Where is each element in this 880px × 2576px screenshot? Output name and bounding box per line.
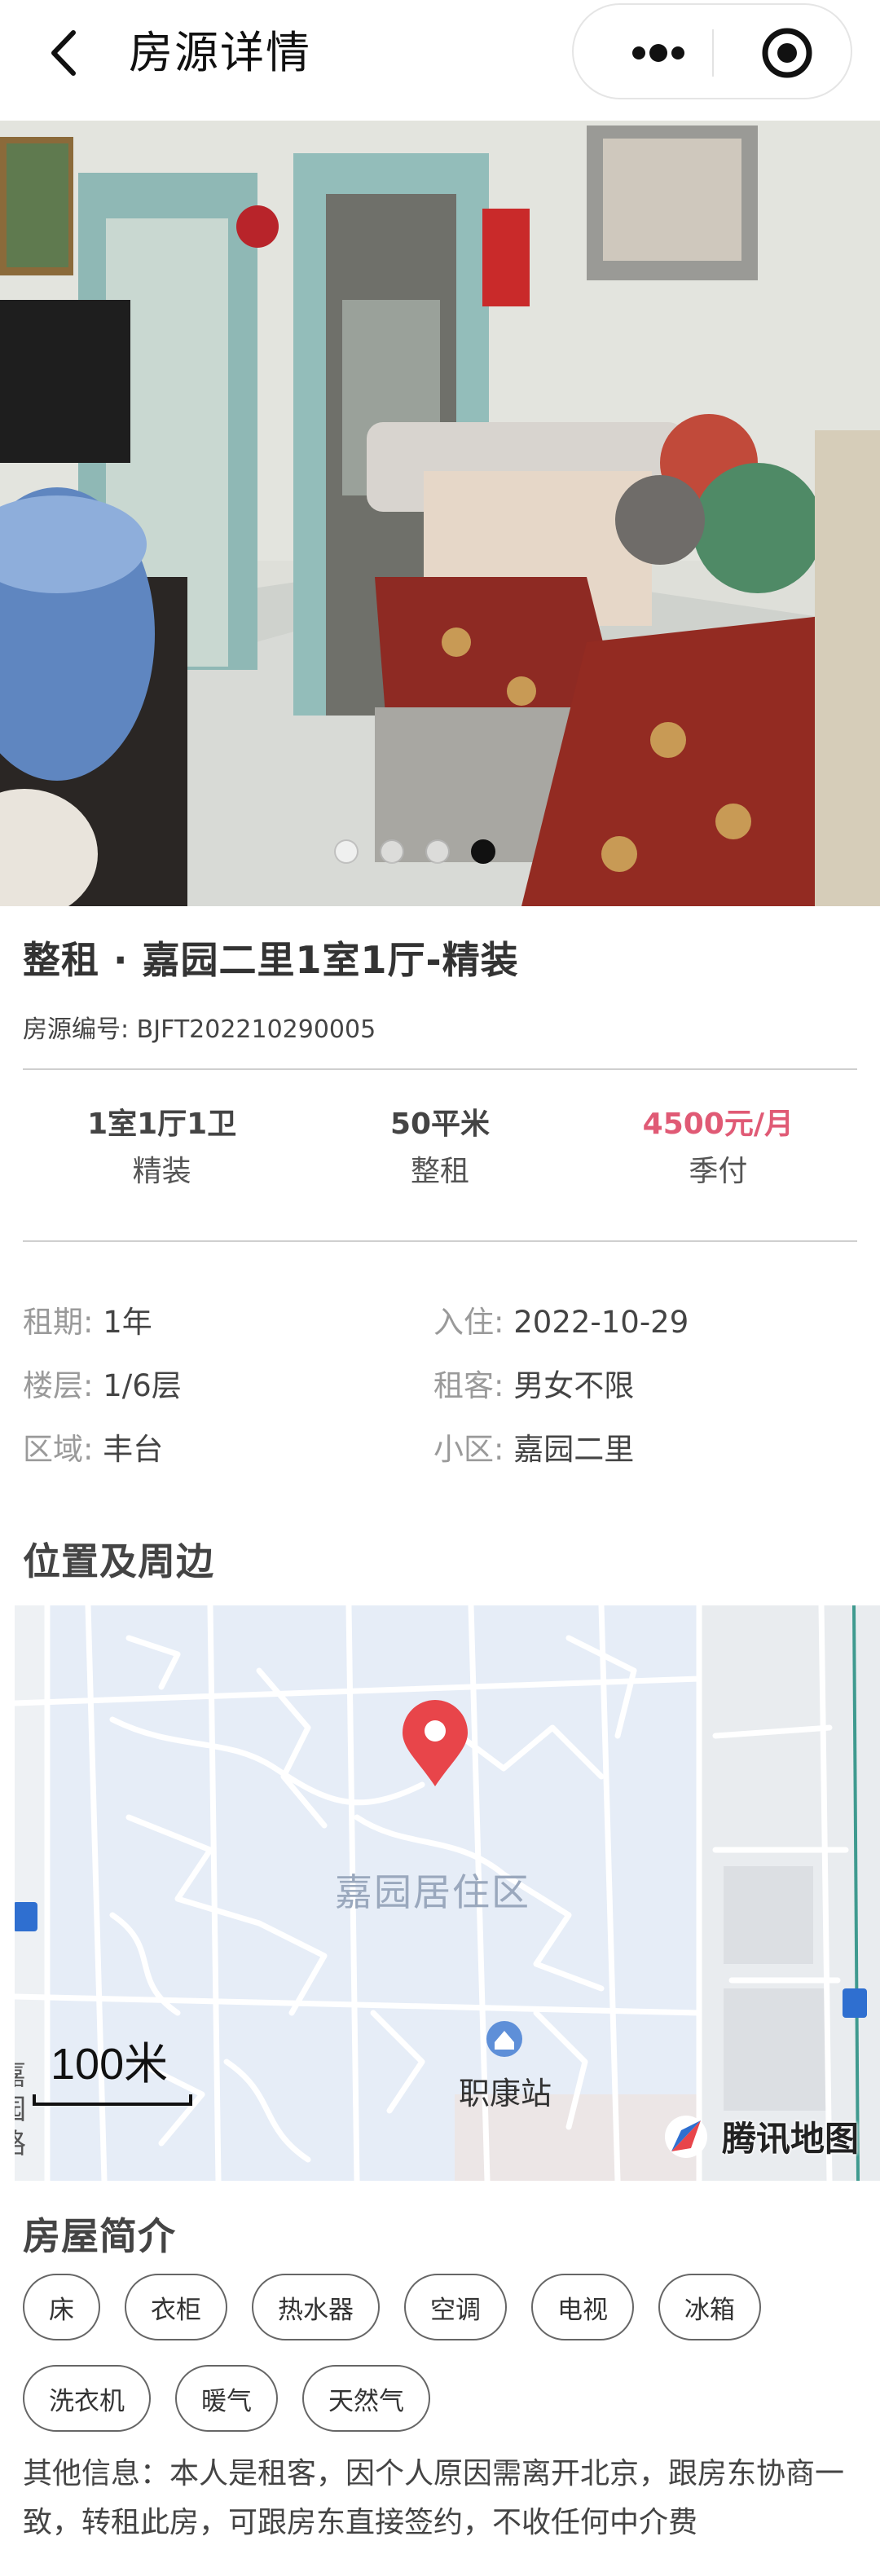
facility-tag: 洗衣机: [23, 2365, 151, 2432]
info-move-in: 入住: 2022-10-29: [433, 1297, 844, 1341]
facility-tag: 热水器: [252, 2274, 380, 2340]
map-scale-bar: [33, 2094, 192, 2106]
info-row: 楼层: 1/6层 租客: 男女不限: [23, 1351, 857, 1415]
map-road-label: 嘉园路: [15, 2059, 31, 2161]
stat-payment: 季付: [689, 1155, 748, 1188]
map-brand-logo: 腾讯地图: [671, 2107, 859, 2164]
listing-code-value: BJFT202210290005: [136, 1015, 376, 1044]
map-station-label: 职康站: [459, 2077, 552, 2111]
stat-layout-value: 1室1厅1卫: [87, 1107, 237, 1141]
info-grid: 租期: 1年 入住: 2022-10-29 楼层: 1/6层 租客: 男女不限 …: [23, 1288, 857, 1478]
capsule-divider: [712, 29, 714, 77]
target-icon: [762, 28, 812, 78]
tag-row: 洗衣机 暖气 天然气: [23, 2365, 870, 2432]
stat-layout: 1室1厅1卫 精装: [23, 1100, 301, 1214]
carousel-dot[interactable]: [380, 839, 404, 864]
info-value: 1/6层: [103, 1368, 182, 1403]
mini-program-capsule: [572, 3, 852, 99]
info-district: 区域: 丰台: [23, 1425, 433, 1469]
facility-tag: 衣柜: [125, 2274, 227, 2340]
info-key: 入住:: [433, 1305, 504, 1340]
facility-tag: 暖气: [175, 2365, 278, 2432]
info-key: 租客:: [433, 1368, 504, 1403]
info-value: 1年: [103, 1305, 152, 1340]
map-scale-text: 100米: [51, 2040, 169, 2089]
info-row: 租期: 1年 入住: 2022-10-29: [23, 1288, 857, 1351]
facility-tag: 床: [23, 2274, 100, 2340]
stat-area: 50平米 整租: [301, 1100, 579, 1214]
stat-rent-type: 整租: [410, 1155, 469, 1188]
house-description: 其他信息：本人是租客，因个人原因需离开北京，跟房东协商一致，转租此房，可跟房东直…: [23, 2457, 845, 2539]
facility-tags: 床 衣柜 热水器 空调 电视 冰箱 洗衣机 暖气 天然气: [23, 2274, 870, 2456]
info-value: 男女不限: [513, 1368, 635, 1403]
listing-code-label: 房源编号:: [23, 1015, 130, 1044]
info-floor: 楼层: 1/6层: [23, 1361, 433, 1405]
section-title-intro: 房屋简介: [23, 2214, 176, 2258]
facility-tag: 冰箱: [658, 2274, 761, 2340]
carousel-dot[interactable]: [425, 839, 450, 864]
info-key: 租期:: [23, 1305, 94, 1340]
divider: [23, 1068, 857, 1070]
carousel-dot-active[interactable]: [471, 839, 495, 864]
facility-tag: 天然气: [302, 2365, 430, 2432]
close-program-button[interactable]: [733, 21, 839, 85]
more-dots-icon: [632, 44, 684, 62]
chevron-left-icon: [51, 30, 76, 76]
info-value: 丰台: [103, 1432, 164, 1467]
room-photo: [0, 121, 880, 906]
key-stats: 1室1厅1卫 精装 50平米 整租 4500元/月 季付: [23, 1100, 857, 1214]
nav-bar: 房源详情: [0, 0, 880, 121]
location-map[interactable]: 嘉园居住区 职康站 嘉园路 100米 腾讯地图: [15, 1605, 880, 2181]
info-value: 嘉园二里: [513, 1432, 635, 1467]
info-key: 小区:: [433, 1432, 504, 1467]
more-button[interactable]: [605, 21, 711, 85]
stat-price-value: 4500元/月: [642, 1107, 794, 1141]
tag-row: 床 衣柜 热水器 空调 电视 冰箱: [23, 2274, 870, 2340]
listing-code: 房源编号: BJFT202210290005: [23, 1009, 376, 1045]
stat-area-value: 50平米: [389, 1107, 491, 1141]
info-key: 楼层:: [23, 1368, 94, 1403]
back-button[interactable]: [41, 24, 90, 81]
info-row: 区域: 丰台 小区: 嘉园二里: [23, 1415, 857, 1478]
map-brand-text: 腾讯地图: [722, 2119, 860, 2158]
divider: [23, 1240, 857, 1242]
section-title-location: 位置及周边: [23, 1539, 214, 1583]
stat-price: 4500元/月 季付: [579, 1100, 857, 1214]
carousel-dot[interactable]: [334, 839, 359, 864]
map-area-label: 嘉园居住区: [335, 1871, 530, 1913]
info-key: 区域:: [23, 1432, 94, 1467]
listing-title: 整租 · 嘉园二里1室1厅-精装: [23, 938, 519, 982]
page-title: 房源详情: [129, 27, 311, 78]
info-value: 2022-10-29: [513, 1305, 689, 1340]
carousel-indicator: [334, 839, 495, 864]
info-tenant: 租客: 男女不限: [433, 1361, 844, 1405]
info-lease: 租期: 1年: [23, 1297, 433, 1341]
info-community: 小区: 嘉园二里: [433, 1425, 844, 1469]
room-photo-carousel[interactable]: [0, 121, 880, 906]
stat-decoration: 精装: [132, 1155, 191, 1188]
facility-tag: 电视: [531, 2274, 634, 2340]
facility-tag: 空调: [404, 2274, 507, 2340]
